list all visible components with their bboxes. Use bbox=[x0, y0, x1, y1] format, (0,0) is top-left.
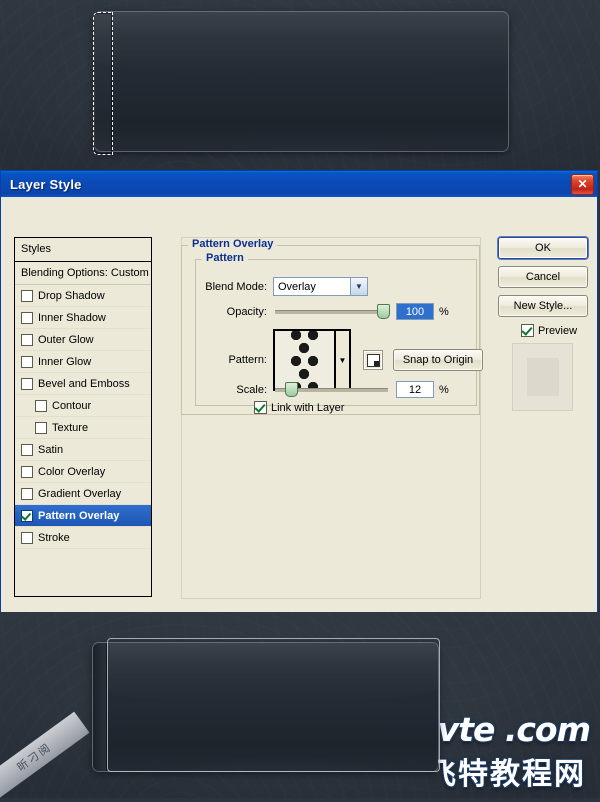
artwork-bar-top bbox=[95, 12, 508, 151]
style-row-outer-glow[interactable]: Outer Glow bbox=[15, 329, 151, 351]
style-row-drop-shadow[interactable]: Drop Shadow bbox=[15, 285, 151, 307]
style-row-checkbox[interactable] bbox=[35, 400, 47, 412]
link-with-layer-checkbox[interactable] bbox=[254, 401, 267, 414]
dialog-buttons: OK Cancel New Style... Preview bbox=[498, 237, 588, 411]
style-row-contour[interactable]: Contour bbox=[15, 395, 151, 417]
style-row-checkbox[interactable] bbox=[21, 444, 33, 456]
style-row-bevel-and-emboss[interactable]: Bevel and Emboss bbox=[15, 373, 151, 395]
blending-options-row[interactable]: Blending Options: Custom bbox=[15, 262, 151, 285]
style-row-checkbox[interactable] bbox=[21, 466, 33, 478]
blend-mode-select[interactable]: Overlay ▼ bbox=[273, 277, 368, 296]
close-icon[interactable]: ✕ bbox=[571, 174, 594, 195]
style-row-inner-glow[interactable]: Inner Glow bbox=[15, 351, 151, 373]
styles-list-header: Styles bbox=[15, 238, 151, 262]
style-row-checkbox[interactable] bbox=[21, 290, 33, 302]
watermark-site-cn: 飞特教程网 bbox=[426, 760, 586, 790]
opacity-slider[interactable] bbox=[275, 310, 388, 314]
scale-input[interactable]: 12 bbox=[396, 381, 434, 398]
pattern-group-title: Pattern bbox=[202, 252, 248, 264]
style-row-checkbox[interactable] bbox=[21, 378, 33, 390]
style-row-gradient-overlay[interactable]: Gradient Overlay bbox=[15, 483, 151, 505]
style-row-label: Drop Shadow bbox=[38, 290, 105, 302]
artwork-bar-bottom bbox=[93, 643, 438, 771]
scale-label: Scale: bbox=[205, 384, 267, 396]
scale-row: Scale: 12 % bbox=[205, 381, 449, 398]
style-row-inner-shadow[interactable]: Inner Shadow bbox=[15, 307, 151, 329]
bar-bottom-gloss bbox=[93, 643, 438, 702]
layer-style-dialog: Layer Style ✕ Styles Blending Options: C… bbox=[0, 170, 598, 612]
style-row-label: Inner Shadow bbox=[38, 312, 106, 324]
style-row-checkbox[interactable] bbox=[35, 422, 47, 434]
watermark-ribbon: 昕刁阅 bbox=[0, 712, 89, 802]
link-with-layer-row[interactable]: Link with Layer bbox=[254, 401, 344, 414]
opacity-unit: % bbox=[439, 306, 449, 318]
scale-slider[interactable] bbox=[275, 388, 388, 392]
style-row-color-overlay[interactable]: Color Overlay bbox=[15, 461, 151, 483]
style-row-label: Gradient Overlay bbox=[38, 488, 121, 500]
blend-mode-row: Blend Mode: Overlay ▼ bbox=[205, 277, 368, 296]
pattern-label: Pattern: bbox=[205, 354, 267, 366]
style-row-label: Bevel and Emboss bbox=[38, 378, 130, 390]
new-style-button[interactable]: New Style... bbox=[498, 295, 588, 317]
blend-mode-value: Overlay bbox=[278, 281, 350, 293]
watermark-site-rest: evte .com bbox=[416, 710, 590, 749]
opacity-label: Opacity: bbox=[205, 306, 267, 318]
style-row-checkbox[interactable] bbox=[21, 532, 33, 544]
link-with-layer-label: Link with Layer bbox=[271, 402, 344, 414]
blend-mode-label: Blend Mode: bbox=[205, 281, 267, 293]
snap-to-origin-button[interactable]: Snap to Origin bbox=[393, 349, 483, 371]
styles-rows: Drop Shadow Inner Shadow Outer Glow Inner G… bbox=[15, 285, 151, 549]
style-row-checkbox[interactable] bbox=[21, 510, 33, 522]
dialog-body: Styles Blending Options: Custom Drop Sha… bbox=[1, 197, 597, 612]
pattern-overlay-panel: Pattern Overlay Pattern Blend Mode: Over… bbox=[181, 237, 479, 582]
style-row-stroke[interactable]: Stroke bbox=[15, 527, 151, 549]
chevron-down-icon[interactable]: ▼ bbox=[350, 278, 367, 295]
preview-thumbnail bbox=[512, 343, 573, 411]
style-row-checkbox[interactable] bbox=[21, 312, 33, 324]
cancel-button[interactable]: Cancel bbox=[498, 266, 588, 288]
pattern-overlay-group-title: Pattern Overlay bbox=[188, 238, 277, 250]
preview-thumbnail-inner bbox=[527, 358, 559, 396]
style-row-label: Pattern Overlay bbox=[38, 510, 119, 522]
opacity-row: Opacity: 100 % bbox=[205, 303, 449, 320]
style-row-label: Contour bbox=[52, 400, 91, 412]
style-row-satin[interactable]: Satin bbox=[15, 439, 151, 461]
bar-bottom-wave bbox=[93, 643, 438, 771]
preview-label: Preview bbox=[538, 325, 577, 337]
bar-top-wave bbox=[95, 12, 508, 151]
style-row-texture[interactable]: Texture bbox=[15, 417, 151, 439]
style-row-checkbox[interactable] bbox=[21, 488, 33, 500]
style-row-label: Outer Glow bbox=[38, 334, 94, 346]
preview-checkbox-row[interactable]: Preview bbox=[510, 324, 588, 337]
style-row-label: Color Overlay bbox=[38, 466, 105, 478]
scale-slider-thumb[interactable] bbox=[285, 382, 298, 397]
style-row-checkbox[interactable] bbox=[21, 334, 33, 346]
ok-button[interactable]: OK bbox=[498, 237, 588, 259]
new-pattern-icon[interactable] bbox=[363, 350, 383, 370]
bar-top-gloss bbox=[95, 12, 508, 76]
bar-bottom-selection-strip bbox=[93, 643, 107, 771]
dialog-title: Layer Style bbox=[10, 177, 571, 192]
selection-marquee bbox=[93, 12, 113, 155]
style-row-checkbox[interactable] bbox=[21, 356, 33, 368]
scale-unit: % bbox=[439, 384, 449, 396]
opacity-slider-thumb[interactable] bbox=[377, 304, 390, 319]
style-row-label: Satin bbox=[38, 444, 63, 456]
style-row-label: Texture bbox=[52, 422, 88, 434]
style-row-label: Inner Glow bbox=[38, 356, 91, 368]
opacity-input[interactable]: 100 bbox=[396, 303, 434, 320]
dialog-titlebar[interactable]: Layer Style ✕ bbox=[1, 171, 597, 197]
style-row-pattern-overlay[interactable]: Pattern Overlay bbox=[15, 505, 151, 527]
styles-list: Styles Blending Options: Custom Drop Sha… bbox=[14, 237, 152, 597]
preview-checkbox[interactable] bbox=[521, 324, 534, 337]
style-row-label: Stroke bbox=[38, 532, 70, 544]
new-pattern-glyph bbox=[367, 354, 380, 367]
